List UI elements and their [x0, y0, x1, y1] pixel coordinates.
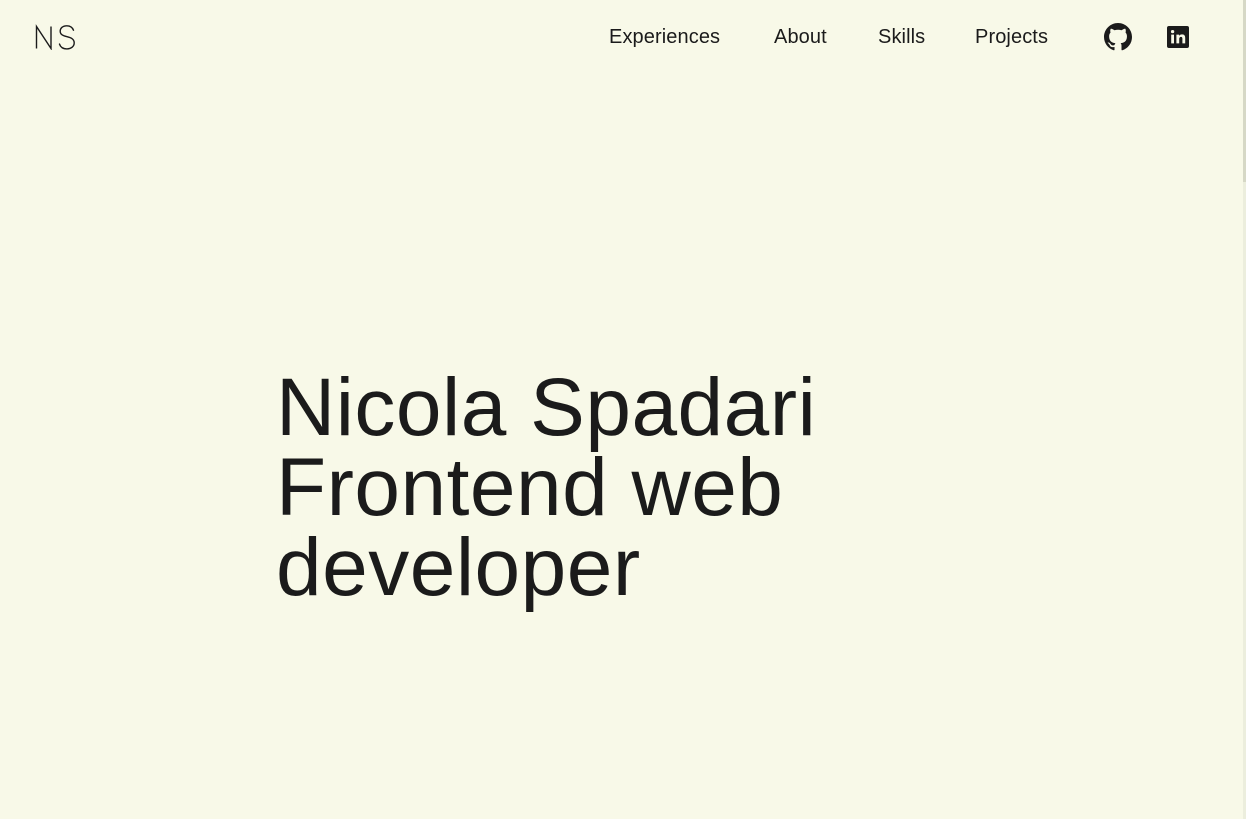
- hero-heading: Nicola Spadari Frontend web developer: [276, 362, 976, 613]
- nav-link-skills[interactable]: Skills: [878, 24, 925, 50]
- main-nav: Experiences About Skills Projects: [0, 0, 1246, 74]
- hero-role-line-1: Frontend web: [276, 442, 784, 533]
- linkedin-icon: [1167, 26, 1189, 48]
- hero-role-line-2: developer: [276, 522, 641, 613]
- site-header: Experiences About Skills Projects: [0, 0, 1246, 74]
- nav-link-about[interactable]: About: [774, 24, 827, 50]
- nav-link-projects[interactable]: Projects: [975, 24, 1048, 50]
- hero-name: Nicola Spadari: [276, 362, 817, 453]
- nav-link-experiences[interactable]: Experiences: [609, 24, 720, 50]
- github-icon: [1104, 23, 1132, 51]
- hero: Nicola Spadari Frontend web developer: [276, 362, 976, 613]
- github-link[interactable]: [1104, 23, 1132, 51]
- linkedin-link[interactable]: [1164, 23, 1192, 51]
